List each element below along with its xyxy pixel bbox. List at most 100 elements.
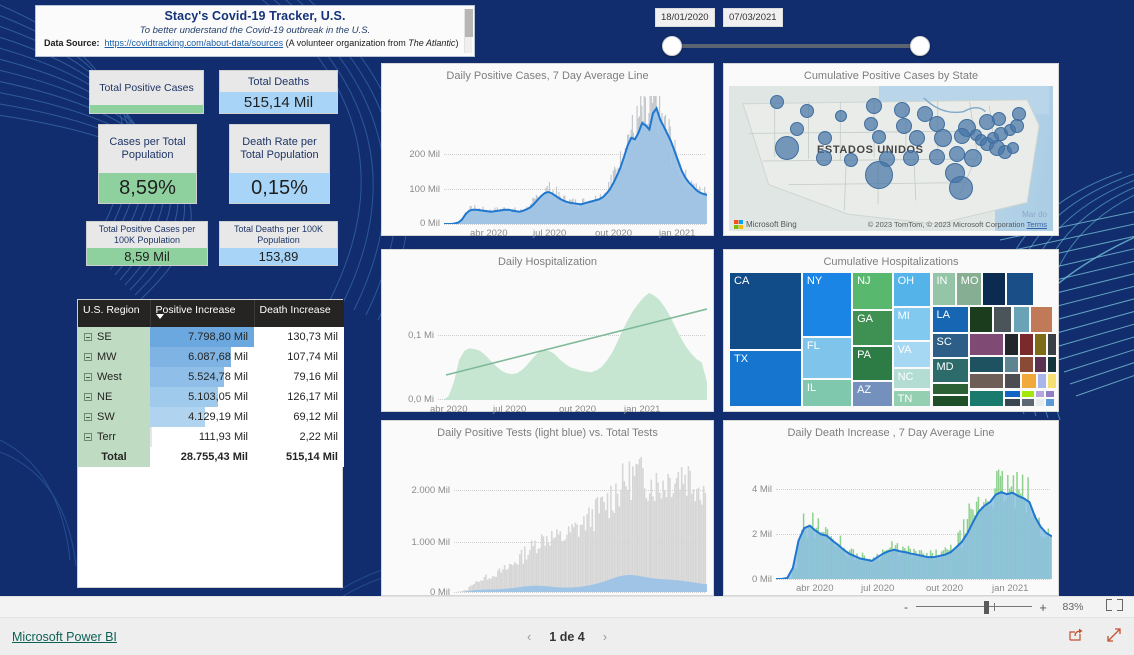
map-terms-link[interactable]: Terms	[1027, 220, 1047, 229]
treemap-tile-mi[interactable]: MI	[892, 307, 932, 341]
cell-region[interactable]: MW	[78, 347, 150, 367]
treemap-tile[interactable]	[931, 382, 969, 395]
map-bubble[interactable]	[949, 146, 965, 162]
map-bubble[interactable]	[844, 153, 858, 167]
expand-icon[interactable]	[84, 413, 92, 422]
treemap-tile[interactable]	[1046, 373, 1057, 390]
treemap-tile-la[interactable]: LA	[931, 305, 969, 333]
treemap-tile-oh[interactable]: OH	[892, 272, 932, 308]
treemap-tile-tn[interactable]: TN	[892, 389, 932, 408]
treemap-tile[interactable]	[968, 305, 994, 333]
share-button[interactable]	[1068, 627, 1084, 647]
treemap-tile[interactable]	[1033, 332, 1047, 356]
fullscreen-button[interactable]	[1106, 627, 1122, 647]
cell-region[interactable]: West	[78, 367, 150, 387]
slicer-start-date[interactable]: 18/01/2020	[655, 8, 715, 27]
table-row[interactable]: West 5.524,78 Mil 79,16 Mil	[78, 367, 344, 387]
map-bubble[interactable]	[1010, 119, 1024, 133]
treemap-tile[interactable]	[1020, 398, 1036, 407]
treemap-tile-ny[interactable]: NY	[801, 272, 853, 337]
visual-daily-hospitalization[interactable]: Daily Hospitalization 0,1 Mi 0,0 Mi abr …	[381, 249, 714, 415]
cell-region[interactable]: SE	[78, 327, 150, 347]
previous-page-button[interactable]: ‹	[527, 629, 531, 644]
map-bubble[interactable]	[865, 161, 893, 189]
kpi-card-total-deaths-per-100k[interactable]: Total Deaths per 100K Population 153,89	[219, 221, 338, 266]
slicer-track[interactable]	[667, 44, 923, 48]
map-bubble[interactable]	[909, 130, 925, 146]
map-bubble[interactable]	[866, 98, 882, 114]
zoom-out-button[interactable]: -	[898, 600, 914, 614]
treemap-tile-nj[interactable]: NJ	[852, 272, 893, 310]
treemap-tile[interactable]	[1035, 398, 1046, 407]
treemap-tile[interactable]	[1004, 355, 1019, 374]
treemap-tile[interactable]	[1004, 389, 1021, 399]
map-canvas[interactable]: ESTADOS UNIDOS Microsoft Bing Mar do © 2…	[729, 86, 1053, 231]
treemap-tile-sc[interactable]: SC	[931, 332, 969, 359]
map-bubble[interactable]	[790, 122, 804, 136]
treemap-tile-ca[interactable]: CA	[729, 272, 802, 351]
treemap-tile-fl[interactable]: FL	[801, 336, 853, 379]
treemap-tile-tx[interactable]: TX	[729, 350, 802, 407]
treemap-tile[interactable]	[1004, 398, 1021, 407]
treemap-tile[interactable]	[993, 305, 1013, 333]
treemap-tile[interactable]	[1030, 305, 1053, 333]
map-bubble[interactable]	[775, 136, 799, 160]
map-bubble[interactable]	[864, 117, 878, 131]
map-bubble[interactable]	[894, 102, 910, 118]
zoom-in-button[interactable]: +	[1034, 600, 1052, 615]
treemap-tile[interactable]	[1035, 389, 1046, 399]
kpi-card-total-deaths[interactable]: Total Deaths 515,14 Mil	[219, 70, 338, 114]
map-bubble[interactable]	[903, 150, 919, 166]
table-row[interactable]: Terr 111,93 Mil 2,22 Mil	[78, 427, 344, 447]
treemap-tile[interactable]	[968, 332, 1005, 356]
visual-cumulative-hospitalizations-treemap[interactable]: Cumulative Hospitalizations CA TX NY FL IL NJ…	[723, 249, 1059, 412]
cell-region[interactable]: Terr	[78, 427, 150, 447]
treemap-tile[interactable]	[1020, 373, 1037, 390]
slicer-handle-left[interactable]	[662, 36, 682, 56]
expand-icon[interactable]	[84, 353, 92, 362]
map-bubble[interactable]	[816, 150, 832, 166]
treemap-tile-in[interactable]: IN	[931, 272, 956, 306]
slicer-end-date[interactable]: 07/03/2021	[723, 8, 783, 27]
treemap-tile[interactable]	[1004, 332, 1019, 356]
region-table-visual[interactable]: U.S. Region Positive Increase Death Incr…	[77, 299, 344, 588]
column-header-region[interactable]: U.S. Region	[78, 300, 151, 327]
table-row[interactable]: SW 4.129,19 Mil 69,12 Mil	[78, 407, 344, 427]
zoom-slider-thumb[interactable]	[984, 601, 989, 614]
kpi-card-total-positive-cases[interactable]: Total Positive Cases	[89, 70, 204, 114]
table-row[interactable]: MW 6.087,68 Mil 107,74 Mil	[78, 347, 344, 367]
expand-icon[interactable]	[84, 373, 92, 382]
treemap-tile[interactable]	[1036, 373, 1047, 390]
treemap-tile-md[interactable]: MD	[931, 358, 969, 383]
visual-cumulative-positive-cases-map[interactable]: Cumulative Positive Cases by State ESTAD…	[723, 63, 1059, 236]
treemap-tile[interactable]	[1019, 355, 1034, 374]
visual-daily-death-increase[interactable]: Daily Death Increase , 7 Day Average Lin…	[723, 420, 1059, 596]
map-bubble[interactable]	[934, 129, 952, 147]
table-row[interactable]: SE 7.798,80 Mil 130,73 Mil	[78, 327, 344, 347]
treemap-tile-nc[interactable]: NC	[892, 367, 932, 390]
expand-icon[interactable]	[84, 433, 92, 442]
treemap-tile-ga[interactable]: GA	[852, 309, 893, 347]
treemap-tile[interactable]	[1006, 272, 1034, 306]
map-bubble[interactable]	[949, 176, 973, 200]
treemap-tile[interactable]	[968, 355, 1005, 374]
treemap-tile[interactable]	[1044, 389, 1055, 399]
treemap-tile[interactable]	[1033, 355, 1047, 374]
treemap-tile[interactable]	[968, 373, 1005, 390]
treemap-tile-pa[interactable]: PA	[852, 346, 893, 382]
data-source-link[interactable]: https://covidtracking.com/about-data/sou…	[105, 38, 284, 48]
treemap-tile[interactable]	[1019, 332, 1034, 356]
map-bubble[interactable]	[818, 131, 832, 145]
kpi-card-total-positive-cases-per-100k[interactable]: Total Positive Cases per 100K Population…	[86, 221, 208, 266]
treemap-tile-il[interactable]: IL	[801, 378, 853, 407]
treemap-tile[interactable]	[968, 389, 1005, 408]
map-bubble[interactable]	[1007, 142, 1019, 154]
treemap-tile-az[interactable]: AZ	[852, 381, 893, 407]
cell-region[interactable]: NE	[78, 387, 150, 407]
map-bubble[interactable]	[896, 118, 912, 134]
treemap-tile[interactable]	[981, 272, 1006, 306]
treemap-tile[interactable]	[931, 394, 969, 408]
header-scrollbar[interactable]	[464, 9, 473, 53]
treemap-tile[interactable]	[1046, 355, 1057, 374]
kpi-card-cases-per-total-population[interactable]: Cases per Total Population 8,59%	[98, 124, 197, 204]
